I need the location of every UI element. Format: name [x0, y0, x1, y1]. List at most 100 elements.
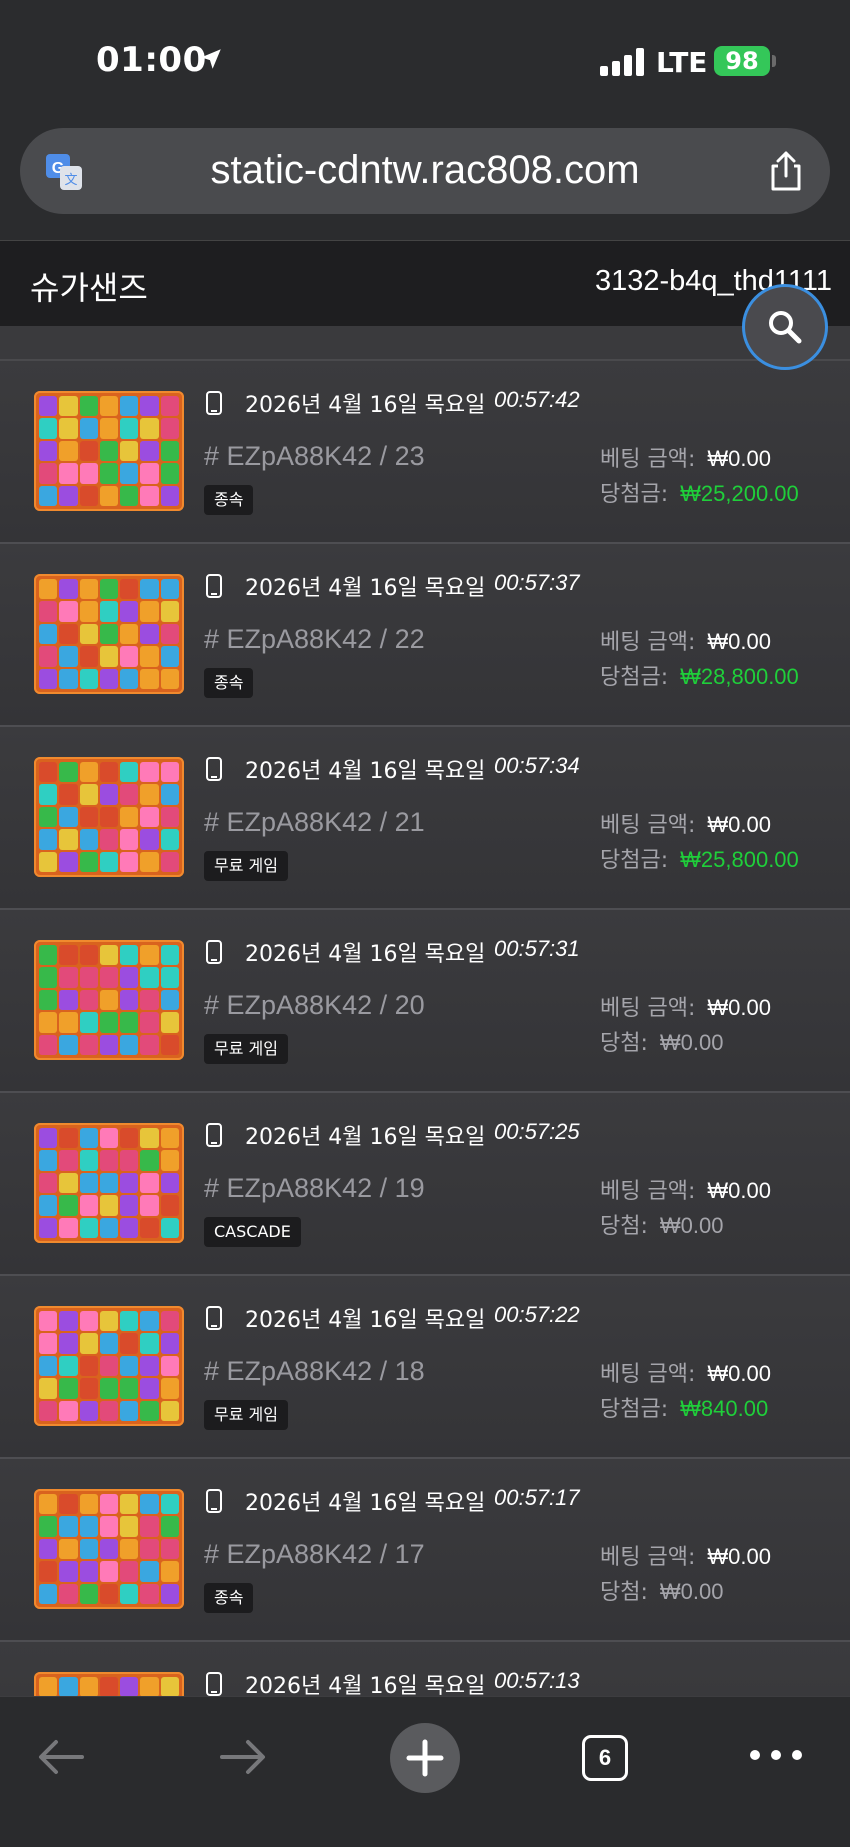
- status-bar: 01:00 LTE 98: [0, 0, 850, 110]
- round-type-badge: 종속: [204, 668, 254, 698]
- row-time: 00:57:31: [494, 936, 580, 961]
- game-thumbnail[interactable]: [34, 391, 184, 511]
- round-id: # EZpA88K42 / 22: [204, 624, 425, 654]
- game-title: 슈가샌즈: [30, 269, 148, 307]
- row-date: 2026년 4월 16일 목요일: [245, 1674, 486, 1696]
- mobile-device-icon: [206, 574, 222, 598]
- history-list[interactable]: 2026년 4월 16일 목요일 00:57:42 # EZpA88K42 / 23…: [0, 326, 850, 1696]
- row-time: 00:57:25: [494, 1119, 580, 1144]
- history-row[interactable]: 2026년 4월 16일 목요일 00:57:31 # EZpA88K42 / 20…: [0, 910, 850, 1093]
- bet-label: 베팅 금액:: [600, 813, 696, 838]
- mobile-device-icon: [206, 757, 222, 781]
- location-arrow-icon: [201, 49, 221, 69]
- round-type-badge: 종속: [204, 485, 254, 515]
- mobile-device-icon: [206, 391, 222, 415]
- history-row[interactable]: 2026년 4월 16일 목요일 00:57:34 # EZpA88K42 / 21…: [0, 727, 850, 910]
- win-amount: ₩0.00: [659, 1579, 724, 1604]
- row-time: 00:57:37: [494, 570, 580, 595]
- history-row[interactable]: 2026년 4월 16일 목요일 00:57:13: [0, 1642, 850, 1696]
- bet-amount-line: 베팅 금액: ₩0.00: [600, 1539, 771, 1571]
- win-label: 당첨:: [600, 1580, 648, 1605]
- game-thumbnail[interactable]: [34, 574, 184, 694]
- address-bar[interactable]: G 文 static-cdntw.rac808.com: [20, 128, 830, 214]
- row-date: 2026년 4월 16일 목요일: [245, 1491, 486, 1516]
- win-amount: ₩0.00: [659, 1030, 724, 1055]
- search-button[interactable]: [742, 284, 828, 370]
- game-thumbnail[interactable]: [34, 940, 184, 1060]
- round-type-badge: 무료 게임: [204, 1034, 288, 1064]
- game-thumbnail[interactable]: [34, 1123, 184, 1243]
- browser-toolbar: 6: [0, 1696, 850, 1847]
- battery-level: 98: [725, 47, 759, 75]
- bet-amount: ₩0.00: [707, 812, 771, 837]
- more-options-icon[interactable]: [750, 1747, 802, 1763]
- round-id: # EZpA88K42 / 17: [204, 1539, 425, 1569]
- row-time: 00:57:13: [494, 1668, 580, 1693]
- history-row[interactable]: 2026년 4월 16일 목요일 00:57:37 # EZpA88K42 / 22…: [0, 544, 850, 727]
- cellular-signal-icon: [600, 48, 644, 76]
- bet-amount: ₩0.00: [707, 446, 771, 471]
- win-amount: ₩0.00: [659, 1213, 724, 1238]
- row-date: 2026년 4월 16일 목요일: [245, 942, 486, 967]
- win-amount: ₩25,200.00: [680, 481, 799, 506]
- url-text[interactable]: static-cdntw.rac808.com: [20, 148, 830, 193]
- page-header: 슈가샌즈 3132-b4q_thd1111: [0, 240, 850, 326]
- share-icon[interactable]: [768, 150, 804, 192]
- round-id: # EZpA88K42 / 18: [204, 1356, 425, 1386]
- back-arrow-icon[interactable]: [36, 1737, 86, 1777]
- win-amount-line: 당첨: ₩0.00: [600, 1025, 724, 1057]
- row-date: 2026년 4월 16일 목요일: [245, 759, 486, 784]
- bet-label: 베팅 금액:: [600, 1179, 696, 1204]
- win-label: 당첨금:: [600, 848, 669, 873]
- win-amount-line: 당첨: ₩0.00: [600, 1574, 724, 1606]
- win-amount-line: 당첨금: ₩25,200.00: [600, 476, 799, 508]
- round-type-badge: 무료 게임: [204, 1400, 288, 1430]
- row-date: 2026년 4월 16일 목요일: [245, 576, 486, 601]
- bet-label: 베팅 금액:: [600, 447, 696, 472]
- forward-arrow-icon[interactable]: [218, 1737, 268, 1777]
- mobile-device-icon: [206, 1306, 222, 1330]
- bet-amount-line: 베팅 금액: ₩0.00: [600, 807, 771, 839]
- win-amount: ₩840.00: [680, 1396, 769, 1421]
- bet-amount: ₩0.00: [707, 1178, 771, 1203]
- win-label: 당첨금:: [600, 665, 669, 690]
- search-icon: [769, 311, 802, 344]
- win-amount-line: 당첨금: ₩840.00: [600, 1391, 768, 1423]
- row-time: 00:57:22: [494, 1302, 580, 1327]
- win-label: 당첨금:: [600, 1397, 669, 1422]
- mobile-device-icon: [206, 940, 222, 964]
- round-type-badge: 종속: [204, 1583, 254, 1613]
- history-row[interactable]: 2026년 4월 16일 목요일 00:57:25 # EZpA88K42 / 19…: [0, 1093, 850, 1276]
- bet-label: 베팅 금액:: [600, 1362, 696, 1387]
- bet-amount-line: 베팅 금액: ₩0.00: [600, 990, 771, 1022]
- browser-chrome-top: 01:00 LTE 98 G 文 static-cdntw.rac808.com: [0, 0, 850, 240]
- bet-label: 베팅 금액:: [600, 1545, 696, 1570]
- tab-switcher-button[interactable]: 6: [582, 1735, 628, 1781]
- round-type-badge: CASCADE: [204, 1217, 301, 1247]
- bet-amount-line: 베팅 금액: ₩0.00: [600, 1356, 771, 1388]
- round-id: # EZpA88K42 / 23: [204, 441, 425, 471]
- game-thumbnail[interactable]: [34, 757, 184, 877]
- bet-amount: ₩0.00: [707, 629, 771, 654]
- row-date: 2026년 4월 16일 목요일: [245, 393, 486, 418]
- battery-tip: [772, 55, 776, 67]
- row-time: 00:57:17: [494, 1485, 580, 1510]
- history-row[interactable]: 2026년 4월 16일 목요일 00:57:42 # EZpA88K42 / 23…: [0, 361, 850, 544]
- game-thumbnail[interactable]: [34, 1489, 184, 1609]
- new-tab-button[interactable]: [390, 1723, 460, 1793]
- bet-amount-line: 베팅 금액: ₩0.00: [600, 1173, 771, 1205]
- bet-amount-line: 베팅 금액: ₩0.00: [600, 624, 771, 656]
- history-row[interactable]: 2026년 4월 16일 목요일 00:57:22 # EZpA88K42 / 18…: [0, 1276, 850, 1459]
- game-thumbnail[interactable]: [34, 1306, 184, 1426]
- win-label: 당첨:: [600, 1214, 648, 1239]
- row-date: 2026년 4월 16일 목요일: [245, 1125, 486, 1150]
- history-row[interactable]: 2026년 4월 16일 목요일 00:57:17 # EZpA88K42 / 17…: [0, 1459, 850, 1642]
- game-thumbnail[interactable]: [34, 1672, 184, 1696]
- list-top-strip: [0, 326, 850, 361]
- bet-amount: ₩0.00: [707, 1544, 771, 1569]
- plus-icon: [406, 1739, 444, 1777]
- network-type: LTE: [656, 46, 708, 79]
- round-id: # EZpA88K42 / 21: [204, 807, 425, 837]
- round-id: # EZpA88K42 / 19: [204, 1173, 425, 1203]
- mobile-device-icon: [206, 1123, 222, 1147]
